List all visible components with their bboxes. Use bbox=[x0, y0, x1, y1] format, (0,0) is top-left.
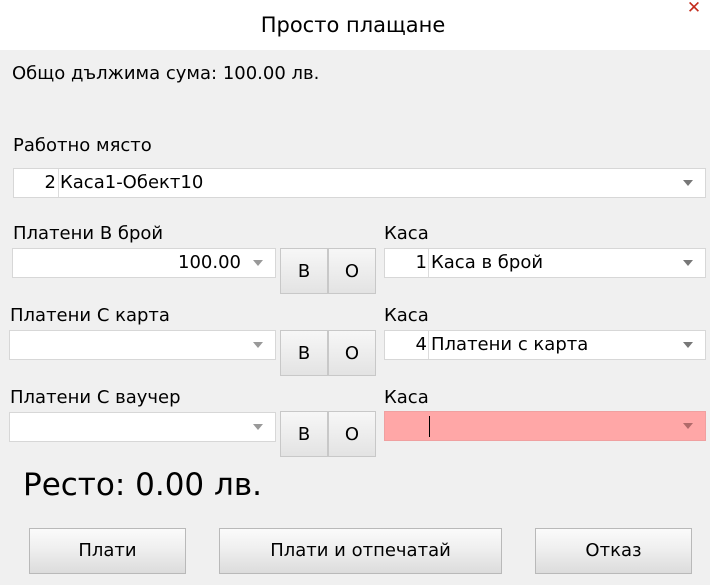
workplace-label: Работно място bbox=[13, 135, 152, 156]
voucher-register-number bbox=[385, 412, 427, 440]
text-caret bbox=[429, 416, 430, 437]
workplace-name: Каса1-Обект10 bbox=[60, 172, 204, 193]
card-register-select[interactable]: 4 Платени с карта bbox=[384, 330, 706, 360]
voucher-register-label: Каса bbox=[384, 387, 429, 408]
workplace-separator bbox=[58, 169, 59, 197]
change-amount-text: Ресто: 0.00 лв. bbox=[23, 467, 262, 503]
total-due-text: Общо дължима сума: 100.00 лв. bbox=[12, 63, 320, 84]
cash-register-number: 1 bbox=[415, 252, 427, 273]
cash-o-button[interactable]: О bbox=[328, 248, 376, 294]
window-title: Просто плащане bbox=[260, 13, 446, 37]
voucher-register-select[interactable] bbox=[384, 411, 706, 441]
pay-and-print-button[interactable]: Плати и отпечатай bbox=[219, 528, 502, 574]
card-b-button[interactable]: В bbox=[280, 330, 328, 376]
cash-register-label: Каса bbox=[384, 223, 429, 244]
cancel-button[interactable]: Отказ bbox=[535, 528, 692, 574]
card-register-separator bbox=[428, 331, 429, 359]
workplace-select[interactable]: 2 Каса1-Обект10 bbox=[13, 168, 706, 198]
pay-button[interactable]: Плати bbox=[29, 528, 186, 574]
cash-b-button[interactable]: В bbox=[280, 248, 328, 294]
card-o-button[interactable]: О bbox=[328, 330, 376, 376]
chevron-down-icon bbox=[683, 180, 693, 186]
close-icon[interactable]: ✕ bbox=[682, 0, 706, 19]
workplace-number: 2 bbox=[44, 172, 56, 193]
card-amount-field[interactable] bbox=[9, 330, 276, 360]
chevron-down-icon bbox=[253, 424, 263, 430]
voucher-payment-label: Платени С ваучер bbox=[10, 387, 181, 408]
card-register-number: 4 bbox=[415, 334, 427, 355]
voucher-o-button[interactable]: О bbox=[328, 411, 376, 457]
cash-register-select[interactable]: 1 Каса в брой bbox=[384, 248, 706, 278]
card-payment-label: Платени С карта bbox=[10, 305, 170, 326]
chevron-down-icon bbox=[683, 260, 693, 266]
cash-amount-value: 100.00 bbox=[178, 252, 241, 273]
card-register-name: Платени с карта bbox=[431, 334, 589, 355]
card-register-label: Каса bbox=[384, 305, 429, 326]
cash-payment-label: Платени В брой bbox=[13, 223, 164, 244]
cash-register-name: Каса в брой bbox=[431, 252, 544, 273]
title-bar: Просто плащане ✕ bbox=[0, 0, 710, 50]
voucher-amount-field[interactable] bbox=[9, 412, 276, 442]
chevron-down-icon bbox=[683, 342, 693, 348]
chevron-down-icon bbox=[253, 342, 263, 348]
cash-amount-field[interactable]: 100.00 bbox=[12, 248, 276, 278]
cash-register-separator bbox=[428, 249, 429, 277]
chevron-down-icon bbox=[683, 423, 693, 429]
chevron-down-icon bbox=[253, 260, 263, 266]
voucher-b-button[interactable]: В bbox=[280, 411, 328, 457]
